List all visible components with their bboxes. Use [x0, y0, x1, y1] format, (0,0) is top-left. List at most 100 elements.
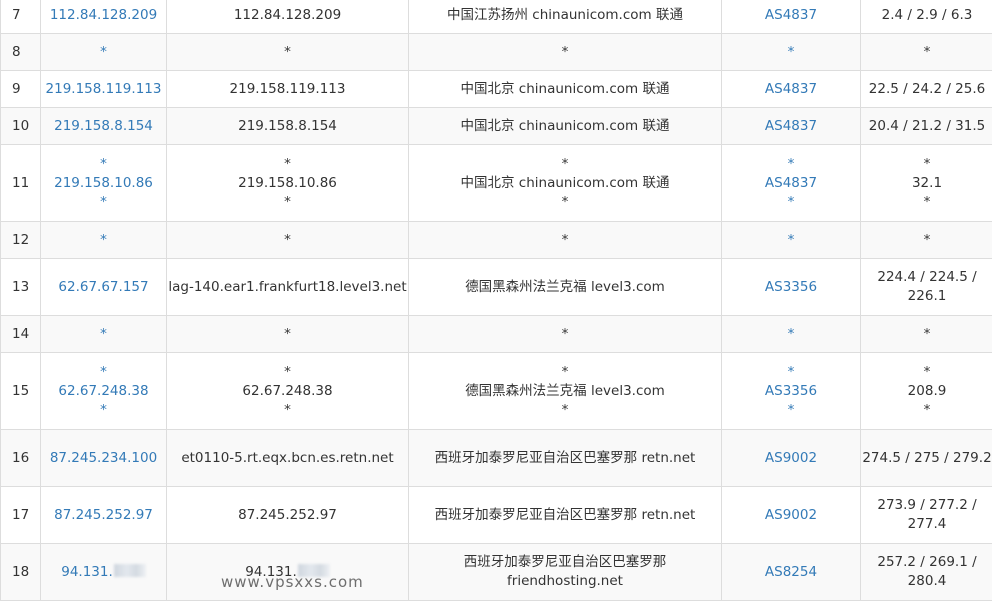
- value: *: [562, 44, 569, 60]
- ip-text: *: [41, 363, 166, 382]
- value: *: [562, 326, 569, 342]
- value: AS4837: [765, 7, 817, 23]
- location-text: *: [409, 193, 721, 212]
- asn-text[interactable]: AS8254: [722, 563, 860, 582]
- ip-text[interactable]: 62.67.67.157: [41, 278, 166, 297]
- value: 87.245.252.97: [54, 507, 153, 523]
- ip-text[interactable]: 94.131.: [41, 563, 166, 582]
- value: *: [562, 156, 569, 172]
- asn-text[interactable]: AS4837: [722, 174, 860, 193]
- ip-text[interactable]: 219.158.10.86: [41, 174, 166, 193]
- ip-text: *: [41, 155, 166, 174]
- watermark: www.vpsxxs.com: [221, 573, 364, 591]
- ip-text: *: [41, 231, 166, 250]
- asn-text[interactable]: AS3356: [722, 382, 860, 401]
- value: 94.131.: [61, 564, 113, 580]
- value: 87.245.234.100: [50, 450, 157, 466]
- location-cell: *: [409, 34, 722, 71]
- location-cell: 中国北京 chinaunicom.com 联通: [409, 71, 722, 108]
- location-text: 西班牙加泰罗尼亚自治区巴塞罗那 retn.net: [409, 506, 721, 525]
- value: *: [562, 402, 569, 418]
- hostname-text: 62.67.248.38: [167, 382, 408, 401]
- asn-cell: *: [722, 34, 861, 71]
- hostname-cell: *: [167, 34, 409, 71]
- ip-cell: 62.67.67.157: [41, 259, 167, 316]
- ip-cell: 112.84.128.209: [41, 0, 167, 34]
- hop-number: 8: [1, 34, 41, 71]
- ip-text[interactable]: 87.245.252.97: [41, 506, 166, 525]
- hop-number: 17: [1, 487, 41, 544]
- asn-text[interactable]: AS4837: [722, 6, 860, 25]
- asn-cell: AS9002: [722, 487, 861, 544]
- asn-text[interactable]: AS9002: [722, 449, 860, 468]
- location-text: 西班牙加泰罗尼亚自治区巴塞罗那 retn.net: [409, 449, 721, 468]
- ip-text: *: [41, 43, 166, 62]
- value: AS3356: [765, 279, 817, 295]
- hop-number: 9: [1, 71, 41, 108]
- asn-text: *: [722, 325, 860, 344]
- traceroute-table: 7112.84.128.209112.84.128.209中国江苏扬州 chin…: [0, 0, 992, 601]
- value: *: [284, 402, 291, 418]
- location-text: *: [409, 325, 721, 344]
- asn-text[interactable]: AS4837: [722, 80, 860, 99]
- latency-cell: *: [861, 34, 992, 71]
- ip-cell: 94.131.: [41, 544, 167, 601]
- value: AS4837: [765, 81, 817, 97]
- hop-number: 13: [1, 259, 41, 316]
- value: *: [924, 232, 931, 248]
- asn-text[interactable]: AS4837: [722, 117, 860, 136]
- hostname-cell: *62.67.248.38*: [167, 353, 409, 430]
- hop-row: 1787.245.252.9787.245.252.97西班牙加泰罗尼亚自治区巴…: [1, 487, 992, 544]
- latency-text: 22.5 / 24.2 / 25.6: [861, 80, 992, 99]
- location-text: *: [409, 43, 721, 62]
- hop-row: 11*219.158.10.86**219.158.10.86**中国北京 ch…: [1, 145, 992, 222]
- latency-text: 2.4 / 2.9 / 6.3: [861, 6, 992, 25]
- asn-text: *: [722, 363, 860, 382]
- latency-text: 274.5 / 275 / 279.2: [861, 449, 992, 468]
- ip-text[interactable]: 219.158.8.154: [41, 117, 166, 136]
- page: { "rows": [ {"hop":"7","ip":["112.84.128…: [0, 0, 992, 597]
- asn-cell: AS4837: [722, 0, 861, 34]
- value: 20.4 / 21.2 / 31.5: [869, 118, 985, 134]
- latency-text: 224.4 / 224.5 / 226.1: [861, 268, 992, 306]
- value: 112.84.128.209: [50, 7, 157, 23]
- latency-text: *: [861, 325, 992, 344]
- ip-text: *: [41, 325, 166, 344]
- hostname-text: 219.158.119.113: [167, 80, 408, 99]
- hop-number: 7: [1, 0, 41, 34]
- value: et0110-5.rt.eqx.bcn.es.retn.net: [181, 450, 393, 466]
- ip-text[interactable]: 62.67.248.38: [41, 382, 166, 401]
- value: 208.9: [908, 383, 947, 399]
- asn-text[interactable]: AS3356: [722, 278, 860, 297]
- ip-text[interactable]: 112.84.128.209: [41, 6, 166, 25]
- value: 224.4 / 224.5 / 226.1: [877, 269, 976, 304]
- hostname-text: *: [167, 43, 408, 62]
- ip-cell: *62.67.248.38*: [41, 353, 167, 430]
- value: 中国北京 chinaunicom.com 联通: [461, 118, 670, 134]
- location-text: *: [409, 401, 721, 420]
- hop-number: 14: [1, 316, 41, 353]
- value: *: [788, 326, 795, 342]
- hostname-text: *: [167, 193, 408, 212]
- hop-number: 12: [1, 222, 41, 259]
- ip-text[interactable]: 219.158.119.113: [41, 80, 166, 99]
- asn-text: *: [722, 193, 860, 212]
- ip-cell: *: [41, 316, 167, 353]
- value: 219.158.10.86: [238, 175, 337, 191]
- asn-text[interactable]: AS9002: [722, 506, 860, 525]
- hop-row: 7112.84.128.209112.84.128.209中国江苏扬州 chin…: [1, 0, 992, 34]
- hop-row: 10219.158.8.154219.158.8.154中国北京 chinaun…: [1, 108, 992, 145]
- location-text: 中国北京 chinaunicom.com 联通: [409, 80, 721, 99]
- value: *: [100, 402, 107, 418]
- hostname-text: *: [167, 155, 408, 174]
- value: 219.158.119.113: [46, 81, 162, 97]
- asn-cell: AS3356: [722, 259, 861, 316]
- ip-cell: *: [41, 34, 167, 71]
- hop-row: 1894.131.94.131.西班牙加泰罗尼亚自治区巴塞罗那 friendho…: [1, 544, 992, 601]
- ip-cell: *219.158.10.86*: [41, 145, 167, 222]
- ip-text[interactable]: 87.245.234.100: [41, 449, 166, 468]
- value: 中国北京 chinaunicom.com 联通: [461, 175, 670, 191]
- hostname-cell: *: [167, 222, 409, 259]
- value: *: [284, 44, 291, 60]
- hop-number: 11: [1, 145, 41, 222]
